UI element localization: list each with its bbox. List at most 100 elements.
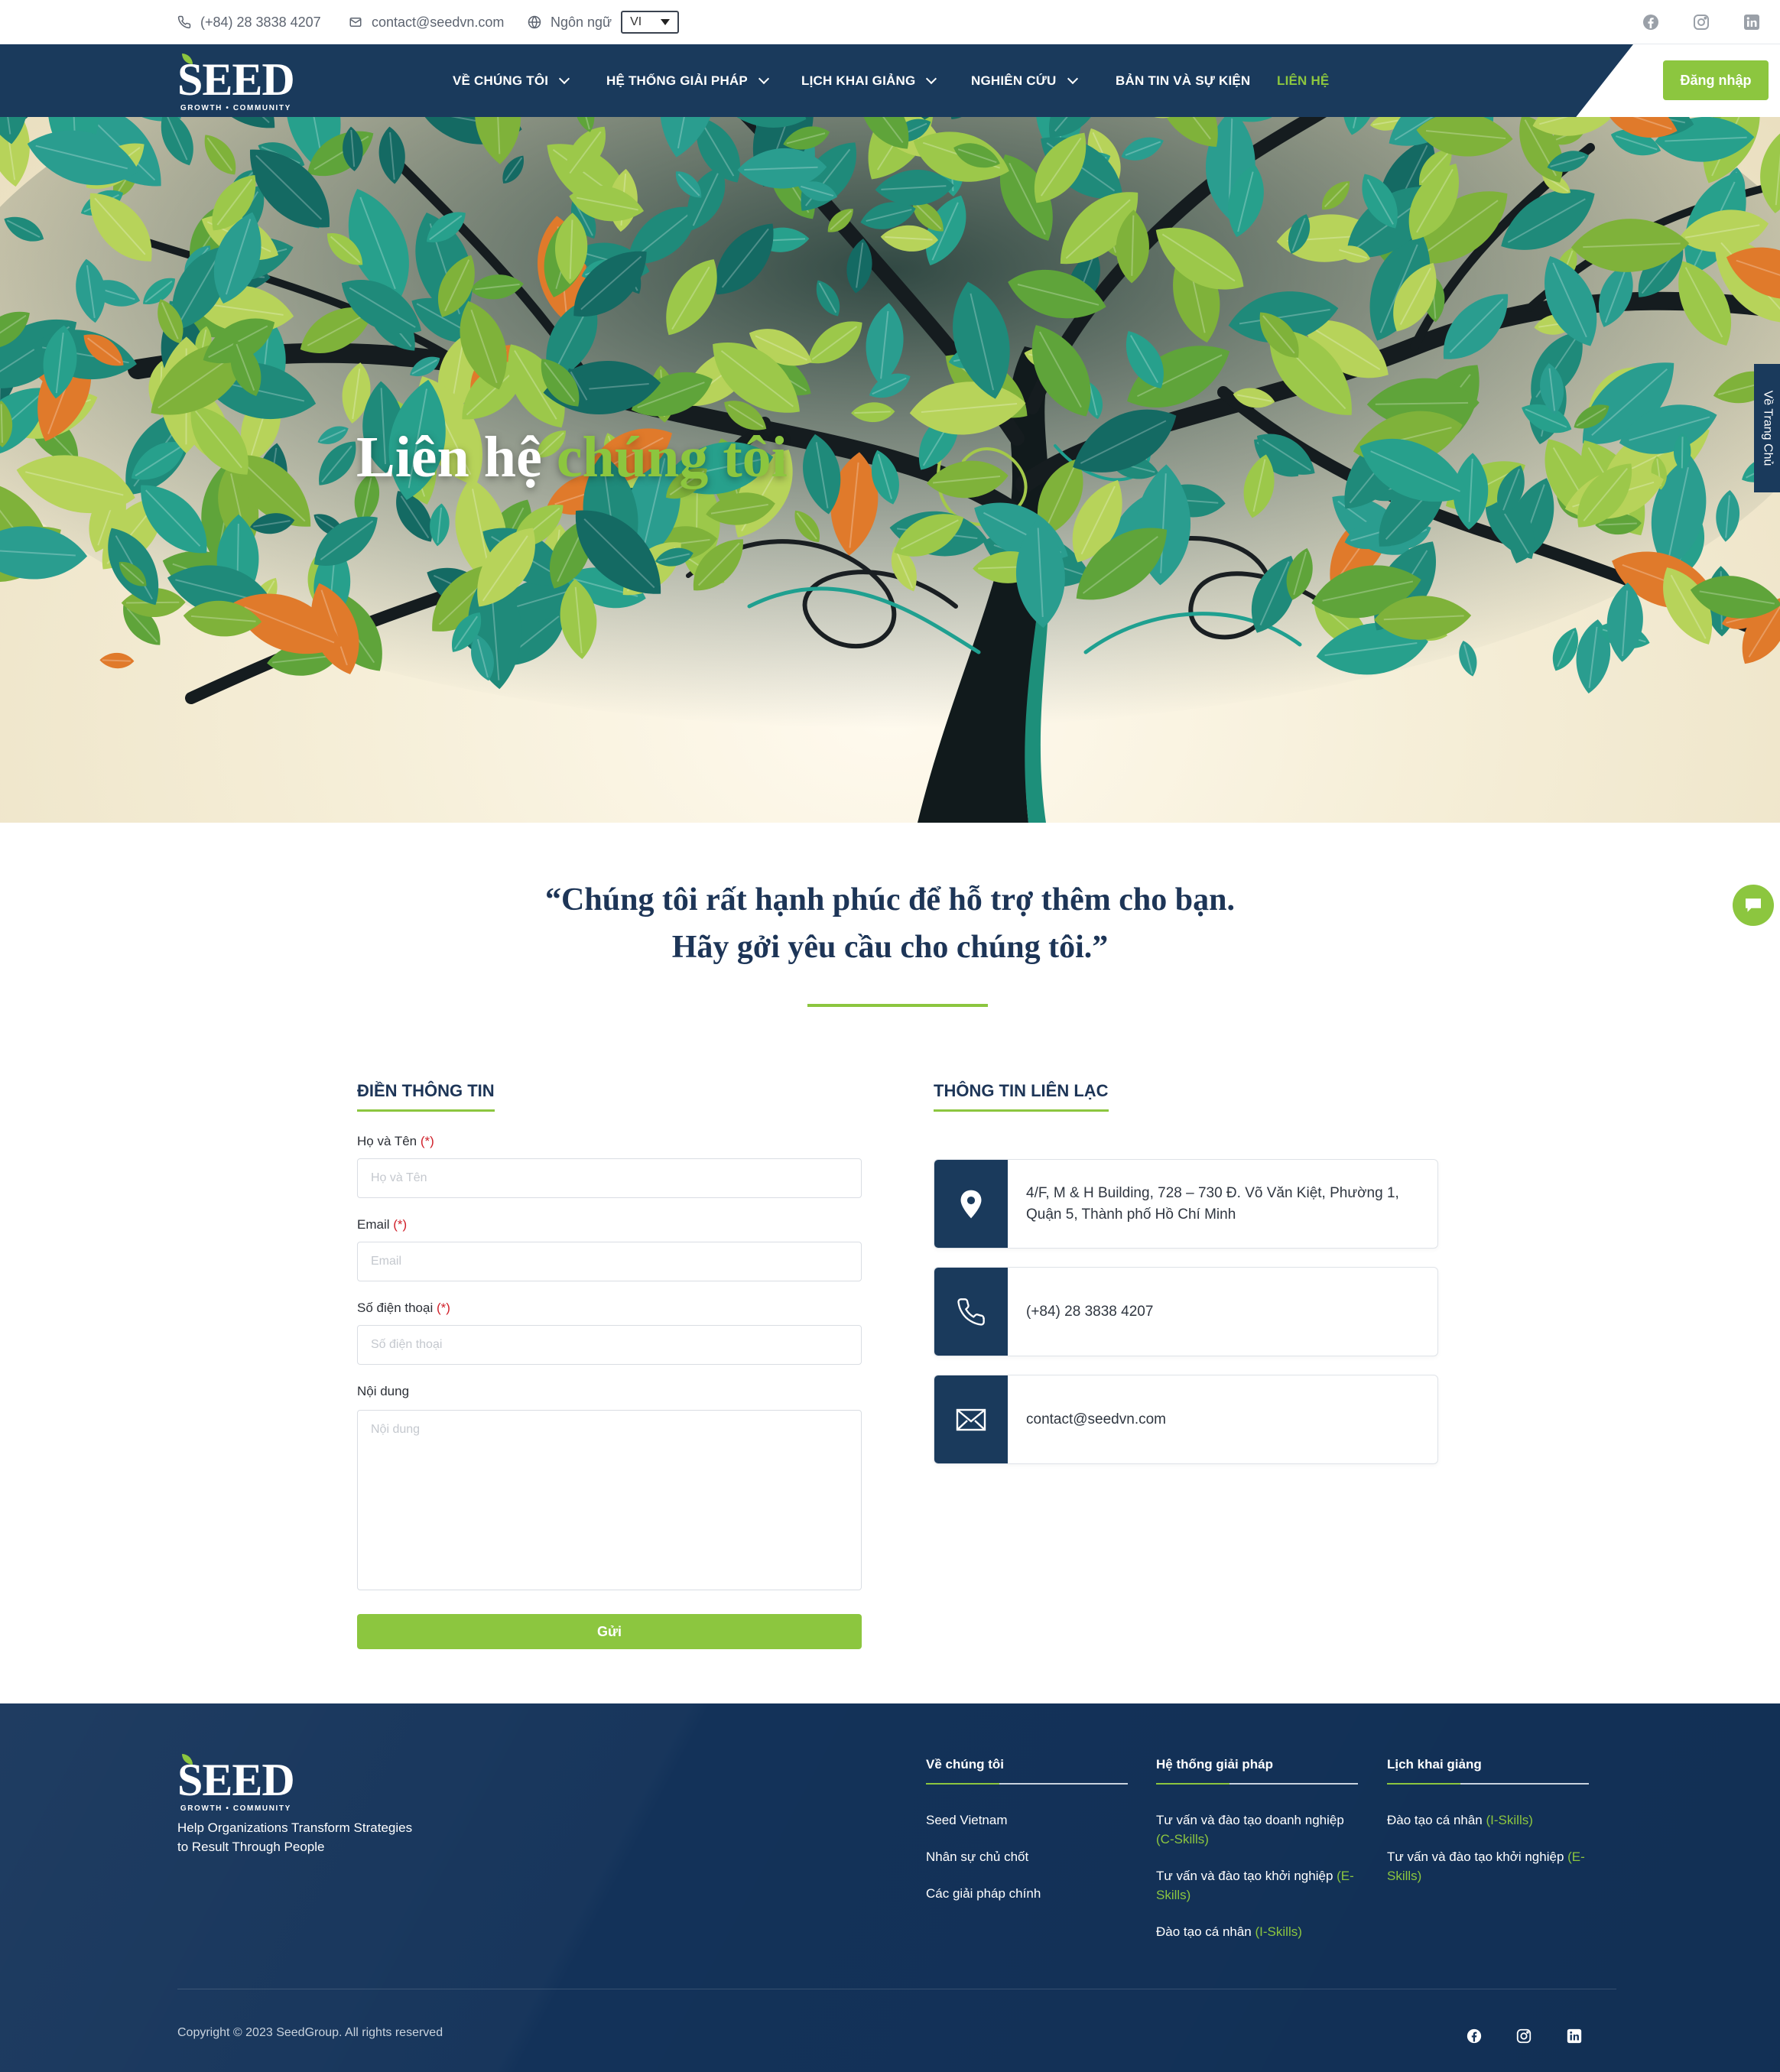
nav-label: LỊCH KHAI GIẢNG — [801, 73, 916, 88]
footer-link[interactable]: Seed Vietnam — [926, 1811, 1132, 1830]
topbar-email-text: contact@seedvn.com — [372, 14, 505, 30]
phone-input[interactable] — [357, 1325, 862, 1365]
phone-icon — [957, 1297, 985, 1326]
footer-tagline: Help Organizations Transform Strategies … — [177, 1818, 437, 1856]
email-card[interactable]: contact@seedvn.com — [934, 1375, 1438, 1464]
footer-link[interactable]: Tư vấn và đào tạo doanh nghiệp (C-Skills… — [1156, 1811, 1363, 1849]
address-card: 4/F, M & H Building, 728 – 730 Đ. Võ Văn… — [934, 1159, 1438, 1249]
language-label: Ngôn ngữ — [551, 14, 612, 30]
copyright-text: Copyright © 2023 SeedGroup. All rights r… — [177, 2026, 443, 2039]
nav-label: BẢN TIN VÀ SỰ KIỆN — [1116, 73, 1251, 88]
site-logo[interactable]: SEED GROWTH • COMMUNITY — [177, 54, 295, 112]
instagram-icon[interactable] — [1515, 2028, 1532, 2044]
main-navigation: SEED GROWTH • COMMUNITY VỀ CHÚNG TÔI HỆ … — [0, 44, 1780, 117]
footer-link[interactable]: Các giải pháp chính — [926, 1884, 1132, 1903]
logo-tagline: GROWTH • COMMUNITY — [180, 104, 291, 112]
leaf-vein — [1681, 437, 1684, 469]
linkedin-icon[interactable] — [1743, 13, 1761, 31]
content-textarea[interactable] — [357, 1410, 862, 1590]
footer-col-solutions-title: Hệ thống giải pháp — [1156, 1757, 1358, 1785]
language-select[interactable]: VI — [621, 11, 680, 34]
language-switcher: Ngôn ngữ VI — [528, 0, 680, 44]
label-text: Email — [357, 1217, 390, 1232]
nav-item-news[interactable]: BẢN TIN VÀ SỰ KIỆN — [1116, 44, 1250, 117]
footer-link-text: Tư vấn và đào tạo khởi nghiệp — [1156, 1869, 1333, 1883]
required-mark: (*) — [393, 1217, 408, 1232]
form-section-title: ĐIỀN THÔNG TIN — [357, 1081, 495, 1112]
email-input[interactable] — [357, 1242, 862, 1281]
phone-field-label: Số điện thoại (*) — [357, 1301, 450, 1316]
chat-icon — [1746, 898, 1761, 912]
logo-wordmark: SEED — [177, 1754, 295, 1805]
mail-icon — [349, 18, 362, 27]
nav-item-about[interactable]: VỀ CHÚNG TÔI — [453, 44, 570, 117]
footer-link[interactable]: Đào tạo cá nhân (I-Skills) — [1156, 1922, 1363, 1941]
topbar-email[interactable]: contact@seedvn.com — [349, 0, 504, 44]
chevron-down-icon — [1067, 73, 1078, 84]
footer-tagline-line-1: Help Organizations Transform Strategies — [177, 1820, 413, 1835]
globe-icon — [528, 15, 541, 29]
hero-banner: Liên hệ chúng tôi Về Trang Chủ — [0, 117, 1780, 823]
instagram-icon[interactable] — [1692, 13, 1710, 31]
back-home-label: Về Trang Chủ — [1761, 390, 1775, 466]
footer-link-text: Tư vấn và đào tạo khởi nghiệp — [1387, 1850, 1564, 1864]
footer-link-text: Tư vấn và đào tạo doanh nghiệp — [1156, 1813, 1344, 1827]
footer-link-tag: (I-Skills) — [1486, 1813, 1533, 1827]
facebook-icon[interactable] — [1466, 2028, 1483, 2044]
linkedin-icon[interactable] — [1566, 2028, 1583, 2044]
top-info-bar: (+84) 28 3838 4207 contact@seedvn.com Ng… — [0, 0, 1780, 44]
footer-link-tag: (C-Skills) — [1156, 1832, 1209, 1846]
contact-section-title: THÔNG TIN LIÊN LẠC — [934, 1081, 1109, 1112]
label-text: Họ và Tên — [357, 1134, 417, 1148]
logo-wordmark: SEED — [177, 54, 295, 105]
required-mark: (*) — [436, 1301, 450, 1315]
footer-link-tag: (I-Skills) — [1255, 1924, 1302, 1939]
footer-link-text: Đào tạo cá nhân — [1156, 1924, 1252, 1939]
footer-tagline-line-2: to Result Through People — [177, 1840, 325, 1854]
nav-label: NGHIÊN CỨU — [971, 73, 1057, 88]
hero-title-part1: Liên hệ — [356, 425, 542, 489]
hero-title-part2: chúng tôi — [556, 425, 788, 489]
phone-icon-box — [934, 1268, 1008, 1356]
footer-logo[interactable]: SEED GROWTH • COMMUNITY — [177, 1754, 295, 1813]
address-line-1: 4/F, M & H Building, 728 – 730 Đ. Võ Văn… — [1026, 1184, 1399, 1201]
topbar-phone[interactable]: (+84) 28 3838 4207 — [177, 0, 321, 44]
hero-title: Liên hệ chúng tôi — [356, 424, 788, 491]
content-field-label: Nội dung — [357, 1384, 410, 1398]
label-text: Số điện thoại — [357, 1301, 434, 1315]
footer-link[interactable]: Tư vấn và đào tạo khởi nghiệp (E-Skills) — [1387, 1847, 1593, 1885]
nav-label: HỆ THỐNG GIẢI PHÁP — [606, 73, 748, 88]
footer-link[interactable]: Tư vấn và đào tạo khởi nghiệp (E-Skills) — [1156, 1866, 1363, 1905]
submit-button[interactable]: Gửi — [357, 1614, 862, 1649]
name-input[interactable] — [357, 1158, 862, 1198]
nav-item-schedule[interactable]: LỊCH KHAI GIẢNG — [801, 44, 937, 117]
address-text: 4/F, M & H Building, 728 – 730 Đ. Võ Văn… — [1008, 1160, 1418, 1248]
chevron-down-icon — [926, 73, 937, 84]
footer-link-text: Đào tạo cá nhân — [1387, 1813, 1483, 1827]
required-mark: (*) — [420, 1134, 434, 1148]
map-pin-icon — [960, 1190, 982, 1218]
leaf-vein — [102, 659, 131, 662]
login-button[interactable]: Đăng nhập — [1663, 60, 1769, 100]
address-icon-box — [934, 1160, 1008, 1248]
footer-link[interactable]: Đào tạo cá nhân (I-Skills) — [1387, 1811, 1593, 1830]
email-field-label: Email (*) — [357, 1217, 407, 1232]
facebook-icon[interactable] — [1642, 13, 1660, 31]
phone-icon — [177, 15, 191, 29]
nav-item-contact[interactable]: LIÊN HỆ — [1277, 44, 1329, 117]
address-line-2: Quận 5, Thành phố Hồ Chí Minh — [1026, 1206, 1236, 1223]
quote-line-2: Hãy gởi yêu cầu cho chúng tôi.” — [671, 930, 1109, 965]
name-field-label: Họ và Tên (*) — [357, 1134, 434, 1149]
nav-item-solutions[interactable]: HỆ THỐNG GIẢI PHÁP — [606, 44, 770, 117]
caret-down-icon — [661, 19, 671, 25]
nav-item-research[interactable]: NGHIÊN CỨU — [971, 44, 1078, 117]
chevron-down-icon — [758, 73, 770, 84]
phone-card[interactable]: (+84) 28 3838 4207 — [934, 1267, 1438, 1356]
topbar-phone-text: (+84) 28 3838 4207 — [200, 14, 321, 30]
footer-link[interactable]: Nhân sự chủ chốt — [926, 1847, 1132, 1866]
quote-line-1: “Chúng tôi rất hạnh phúc để hỗ trợ thêm … — [545, 882, 1235, 917]
chat-widget-button[interactable] — [1733, 885, 1774, 926]
back-home-tab[interactable]: Về Trang Chủ — [1754, 364, 1780, 492]
nav-label: LIÊN HỆ — [1277, 73, 1330, 88]
phone-text: (+84) 28 3838 4207 — [1026, 1303, 1154, 1320]
